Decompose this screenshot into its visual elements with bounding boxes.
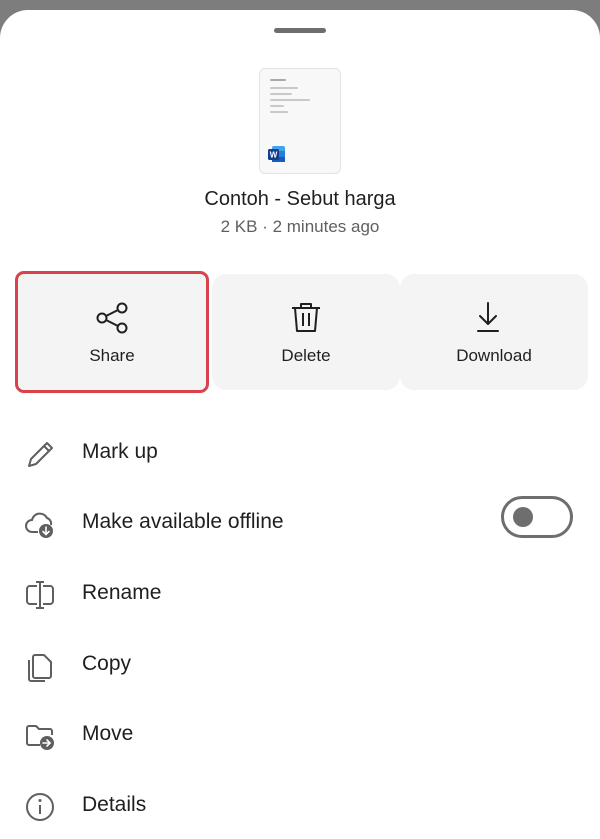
menu-item-copy[interactable]: Copy [0, 630, 600, 700]
pencil-icon [28, 442, 53, 467]
move-folder-icon [26, 725, 54, 750]
info-icon [26, 793, 54, 821]
menu-item-rename[interactable]: Rename [0, 559, 600, 629]
menu-item-details[interactable]: Details [0, 771, 600, 839]
file-meta: 2 KB · 2 minutes ago [220, 217, 380, 236]
menu-label-mark-up: Mark up [82, 440, 158, 463]
trash-icon [292, 303, 320, 332]
menu-label-offline: Make available offline [82, 510, 284, 533]
offline-toggle[interactable] [501, 496, 573, 538]
download-button[interactable]: Download [400, 274, 588, 390]
menu-label-details: Details [82, 793, 147, 816]
word-doc-icon: W [268, 146, 285, 162]
svg-text:W: W [270, 151, 278, 160]
file-name: Contoh - Sebut harga [204, 188, 396, 210]
share-icon [96, 302, 128, 334]
delete-button[interactable]: Delete [212, 274, 400, 390]
download-icon [477, 302, 499, 332]
delete-label: Delete [281, 346, 331, 365]
menu-label-copy: Copy [82, 652, 132, 675]
toggle-knob [513, 507, 533, 527]
copy-icon [28, 654, 52, 682]
download-label: Download [456, 346, 532, 365]
share-label: Share [89, 346, 135, 365]
menu-item-move[interactable]: Move [0, 700, 600, 770]
file-thumbnail: W [259, 68, 341, 174]
menu-item-mark-up[interactable]: Mark up [0, 418, 600, 488]
cloud-download-icon [25, 512, 53, 538]
share-button[interactable]: Share [15, 271, 209, 393]
menu-label-move: Move [82, 722, 134, 745]
drag-handle[interactable] [274, 28, 326, 33]
bottom-sheet: W Contoh - Sebut harga 2 KB · 2 minutes … [0, 10, 600, 839]
menu-label-rename: Rename [82, 581, 162, 604]
rename-icon [26, 581, 54, 609]
